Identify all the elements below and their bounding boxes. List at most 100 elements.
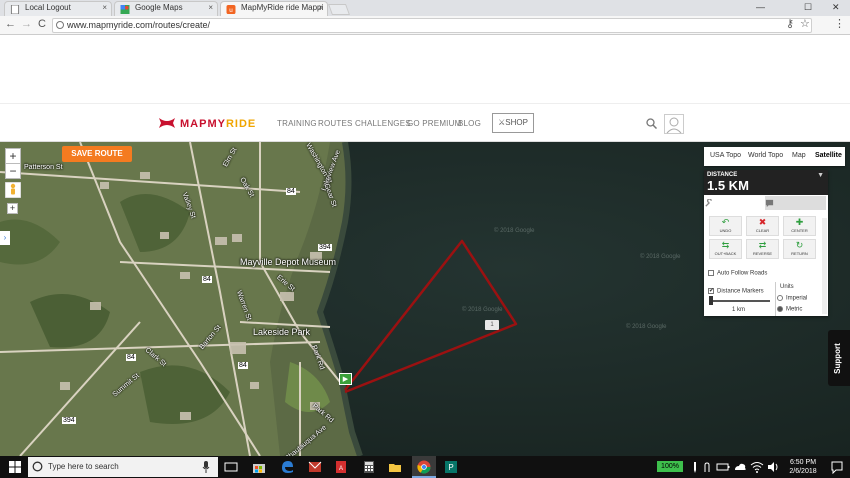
tab-local-logout[interactable]: Local Logout × bbox=[4, 1, 112, 16]
center-button[interactable]: ✚ CENTER bbox=[783, 216, 816, 236]
map-type-world-topo[interactable]: World Topo bbox=[748, 152, 783, 159]
unit-imperial[interactable]: Imperial bbox=[777, 295, 807, 302]
tool-label: OUT+BACK bbox=[714, 251, 737, 256]
site-header: MAPMYRIDE TRAINING ROUTES CHALLENGES GO … bbox=[0, 103, 850, 142]
browser-menu-icon[interactable]: ⋮ bbox=[834, 17, 845, 30]
logo-prefix: MAPMY bbox=[180, 118, 226, 130]
map-label-poi: Mayville Depot Museum bbox=[240, 257, 337, 267]
task-view-icon[interactable] bbox=[224, 460, 238, 474]
microphone-icon[interactable] bbox=[202, 461, 210, 473]
nav-challenges[interactable]: CHALLENGES bbox=[355, 119, 411, 128]
radio-imperial[interactable] bbox=[777, 295, 783, 301]
unit-metric[interactable]: Metric bbox=[777, 306, 802, 313]
browser-toolbar: ← → C www.mapmyride.com/routes/create/ ⚷… bbox=[0, 16, 850, 35]
shop-button[interactable]: ⚔SHOP bbox=[492, 113, 534, 133]
address-bar[interactable]: www.mapmyride.com/routes/create/ bbox=[52, 18, 812, 33]
tab-close-icon[interactable]: × bbox=[102, 3, 107, 12]
store-icon[interactable] bbox=[252, 460, 266, 474]
bookmark-star-icon[interactable]: ☆ bbox=[800, 17, 810, 30]
collapse-toggle-icon[interactable]: ▼ bbox=[817, 172, 824, 179]
reload-button[interactable]: C bbox=[38, 18, 46, 30]
center-icon: ✚ bbox=[795, 217, 804, 227]
tab-tools[interactable] bbox=[704, 196, 765, 210]
calculator-icon[interactable] bbox=[362, 460, 376, 474]
nav-blog[interactable]: BLOG bbox=[458, 119, 481, 128]
edge-browser-icon[interactable] bbox=[280, 460, 294, 474]
map-type-map[interactable]: Map bbox=[792, 152, 806, 159]
publisher-icon[interactable]: P bbox=[444, 460, 458, 474]
wifi-icon[interactable] bbox=[750, 460, 764, 474]
km-marker[interactable]: 1 bbox=[485, 320, 499, 330]
back-button[interactable]: ← bbox=[5, 18, 16, 30]
highway-shield: 84 bbox=[126, 354, 136, 361]
nav-go-premium[interactable]: GO PREMIUM bbox=[407, 119, 461, 128]
tool-label: CLEAR bbox=[755, 228, 770, 233]
save-route-button[interactable]: SAVE ROUTE bbox=[62, 146, 132, 162]
tab-mapmyride[interactable]: u MapMyRide ride Mappi × bbox=[220, 1, 328, 16]
tab-google-maps[interactable]: Google Maps × bbox=[114, 1, 218, 16]
clear-button[interactable]: ✖ CLEAR bbox=[746, 216, 779, 236]
windows-start-icon[interactable] bbox=[8, 460, 22, 474]
file-explorer-icon[interactable] bbox=[388, 460, 402, 474]
search-circle-icon bbox=[32, 461, 43, 472]
highway-shield: 84 bbox=[286, 188, 296, 195]
undo-button[interactable]: ↶ UNDO bbox=[709, 216, 742, 236]
out-back-icon: ⇆ bbox=[721, 240, 730, 250]
distance-markers-option[interactable]: ✔ Distance Markers bbox=[708, 288, 764, 295]
close-window-button[interactable]: ✕ bbox=[832, 2, 840, 13]
action-center-icon[interactable] bbox=[830, 460, 844, 474]
onedrive-icon[interactable] bbox=[733, 460, 747, 474]
nav-routes[interactable]: ROUTES bbox=[318, 119, 353, 128]
marker-interval-slider[interactable] bbox=[710, 300, 770, 302]
expand-panel-chevron-icon[interactable]: › bbox=[0, 231, 10, 245]
search-icon[interactable] bbox=[646, 118, 657, 129]
mail-app-icon[interactable] bbox=[308, 460, 322, 474]
volume-icon[interactable] bbox=[766, 460, 780, 474]
support-tab[interactable]: Support bbox=[828, 330, 850, 386]
auto-follow-roads-option[interactable]: Auto Follow Roads bbox=[708, 270, 767, 277]
forward-button[interactable]: → bbox=[21, 18, 32, 30]
taskbar: Type here to search A P 100% 6:50 PM 2/6… bbox=[0, 456, 850, 478]
tab-label: Local Logout bbox=[25, 3, 71, 12]
comment-icon bbox=[765, 199, 774, 208]
minimize-button[interactable]: — bbox=[756, 2, 765, 12]
new-tab-button[interactable] bbox=[327, 4, 351, 15]
battery-indicator[interactable]: 100% bbox=[657, 461, 683, 472]
route-map[interactable]: Patterson St Mayville Depot Museum Lakes… bbox=[0, 142, 850, 456]
map-watermark: © 2018 Google bbox=[494, 228, 535, 234]
zoom-in-button[interactable]: + bbox=[5, 148, 21, 164]
out-back-button[interactable]: ⇆ OUT+BACK bbox=[709, 239, 742, 259]
under-armour-logo-icon[interactable] bbox=[158, 117, 176, 129]
auto-follow-checkbox[interactable] bbox=[708, 270, 714, 276]
chrome-taskbar-button[interactable] bbox=[412, 456, 436, 478]
battery-icon[interactable] bbox=[716, 460, 730, 474]
slider-handle[interactable] bbox=[709, 296, 713, 305]
distance-markers-checkbox[interactable]: ✔ bbox=[708, 288, 714, 294]
layers-button[interactable]: + bbox=[7, 203, 18, 214]
reverse-button[interactable]: ⇄ REVERSE bbox=[746, 239, 779, 259]
pdf-reader-icon[interactable]: A bbox=[334, 460, 348, 474]
taskbar-search-input[interactable]: Type here to search bbox=[28, 457, 218, 477]
route-start-marker[interactable]: ▶ bbox=[339, 373, 352, 385]
panel-scrollbar[interactable] bbox=[822, 218, 827, 314]
nav-training[interactable]: TRAINING bbox=[277, 119, 317, 128]
return-button[interactable]: ↻ RETURN bbox=[783, 239, 816, 259]
touch-icon[interactable] bbox=[700, 460, 714, 474]
taskbar-clock[interactable]: 6:50 PM 2/6/2018 bbox=[780, 458, 826, 476]
url-text: www.mapmyride.com/routes/create/ bbox=[67, 20, 211, 30]
map-type-usa-topo[interactable]: USA Topo bbox=[710, 152, 741, 159]
avatar[interactable] bbox=[664, 114, 684, 134]
maximize-button[interactable]: ☐ bbox=[804, 2, 812, 13]
tab-notes[interactable] bbox=[765, 196, 826, 210]
street-view-pegman-icon[interactable] bbox=[5, 182, 21, 198]
tab-close-icon[interactable]: × bbox=[208, 3, 213, 12]
site-logo[interactable]: MAPMYRIDE bbox=[180, 118, 256, 130]
mapmyride-favicon-icon: u bbox=[226, 5, 236, 14]
tool-label: CENTER bbox=[791, 228, 808, 233]
info-icon[interactable] bbox=[56, 21, 64, 29]
key-icon[interactable]: ⚷ bbox=[786, 17, 794, 30]
map-type-satellite[interactable]: Satellite bbox=[815, 152, 842, 159]
radio-metric[interactable] bbox=[777, 306, 783, 312]
zoom-out-button[interactable]: − bbox=[5, 163, 21, 179]
tab-close-icon[interactable]: × bbox=[318, 3, 323, 12]
